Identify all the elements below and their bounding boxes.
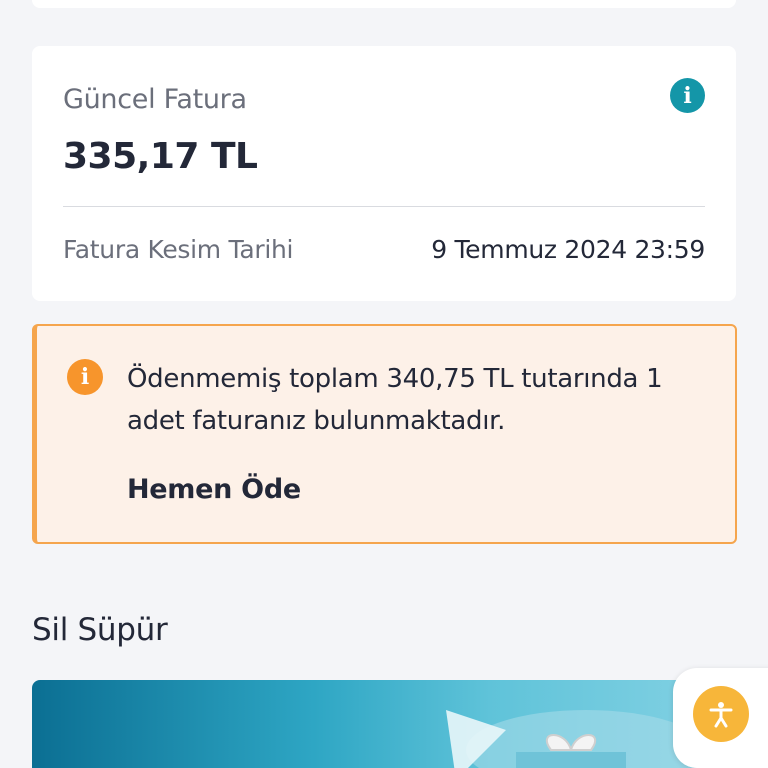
accessibility-button[interactable]: [693, 686, 749, 742]
bill-cut-date-label: Fatura Kesim Tarihi: [63, 235, 294, 264]
bill-cut-date-value: 9 Temmuz 2024 23:59: [431, 235, 705, 264]
accessibility-icon: [709, 702, 733, 728]
pay-now-link[interactable]: Hemen Öde: [127, 474, 301, 505]
gift-box-image: [446, 710, 706, 768]
current-bill-amount: 335,17 TL: [63, 136, 258, 177]
unpaid-bill-message: Ödenmemiş toplam 340,75 TL tutarında 1 a…: [127, 364, 663, 436]
alert-info-icon: i: [67, 359, 103, 395]
info-icon[interactable]: i: [670, 78, 705, 113]
previous-card: [32, 0, 736, 8]
divider: [63, 206, 705, 207]
promo-banner[interactable]: [32, 680, 736, 768]
current-bill-label: Güncel Fatura: [63, 84, 247, 115]
section-title: Sil Süpür: [32, 612, 168, 648]
unpaid-bill-alert: i Ödenmemiş toplam 340,75 TL tutarında 1…: [32, 324, 737, 544]
current-bill-card: Güncel Fatura i 335,17 TL Fatura Kesim T…: [32, 46, 736, 301]
